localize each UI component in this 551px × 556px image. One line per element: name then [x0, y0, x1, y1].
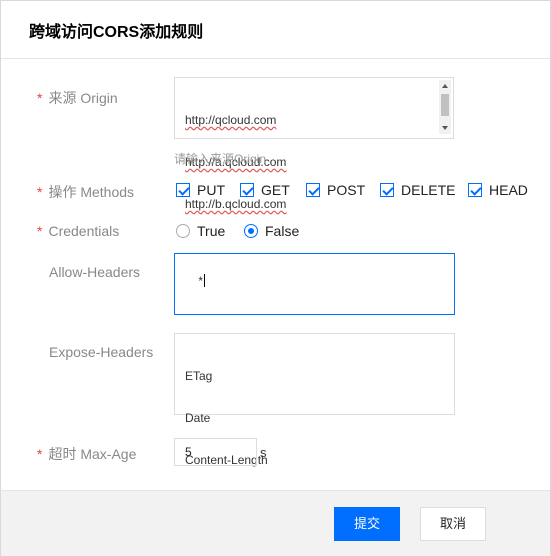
required-mark: * [37, 223, 43, 239]
origin-scrollbar[interactable] [439, 80, 451, 134]
dialog-footer: 提交 取消 [1, 490, 550, 556]
text-cursor [204, 274, 206, 287]
max-age-unit: s [260, 445, 267, 460]
submit-button[interactable]: 提交 [334, 507, 400, 541]
expose-header-line: ETag [185, 369, 213, 383]
method-put-checkbox[interactable]: PUT [176, 182, 225, 198]
origin-line: http://b.qcloud.com [185, 197, 287, 211]
allow-headers-textarea[interactable]: * [174, 253, 455, 315]
methods-label: * 操作 Methods [37, 184, 135, 200]
expose-header-line: Date [185, 411, 211, 425]
method-delete-checkbox[interactable]: DELETE [380, 182, 455, 198]
credentials-label: * Credentials [37, 223, 120, 239]
credentials-true-radio[interactable]: True [176, 223, 225, 239]
checkbox-checked-icon[interactable] [240, 183, 254, 197]
method-get-checkbox[interactable]: GET [240, 182, 290, 198]
method-post-checkbox[interactable]: POST [306, 182, 365, 198]
origin-hint: 请输入来源Origin [174, 152, 267, 166]
origin-line: http://qcloud.com [185, 113, 277, 127]
allow-headers-value: * [198, 274, 204, 288]
dialog-header: 跨域访问CORS添加规则 [1, 1, 550, 59]
cors-rule-dialog: 跨域访问CORS添加规则 * 来源 Origin http://qcloud.co… [0, 0, 551, 556]
allow-headers-label: Allow-Headers [49, 264, 141, 280]
expose-headers-label: Expose-Headers [49, 344, 154, 360]
origin-label: * 来源 Origin [37, 90, 118, 106]
method-head-checkbox[interactable]: HEAD [468, 182, 528, 198]
scroll-down-arrow-icon[interactable] [442, 126, 448, 130]
radio-checked-icon[interactable] [244, 224, 258, 238]
required-mark: * [37, 446, 43, 462]
origin-textarea[interactable]: http://qcloud.com http://a.qcloud.com ht… [174, 77, 454, 211]
required-mark: * [37, 90, 43, 106]
cancel-button[interactable]: 取消 [420, 507, 486, 541]
radio-unchecked-icon[interactable] [176, 224, 190, 238]
scroll-thumb[interactable] [441, 94, 449, 116]
checkbox-checked-icon[interactable] [380, 183, 394, 197]
credentials-false-radio[interactable]: False [244, 223, 299, 239]
checkbox-checked-icon[interactable] [306, 183, 320, 197]
required-mark: * [37, 184, 43, 200]
dialog-title: 跨域访问CORS添加规则 [29, 24, 204, 41]
max-age-input[interactable]: 5 [174, 438, 257, 466]
max-age-label: * 超时 Max-Age [37, 446, 137, 462]
checkbox-checked-icon[interactable] [176, 183, 190, 197]
checkbox-checked-icon[interactable] [468, 183, 482, 197]
scroll-up-arrow-icon[interactable] [442, 84, 448, 88]
expose-headers-textarea[interactable]: ETag Date Content-Length x-cos-request-i… [174, 333, 455, 509]
